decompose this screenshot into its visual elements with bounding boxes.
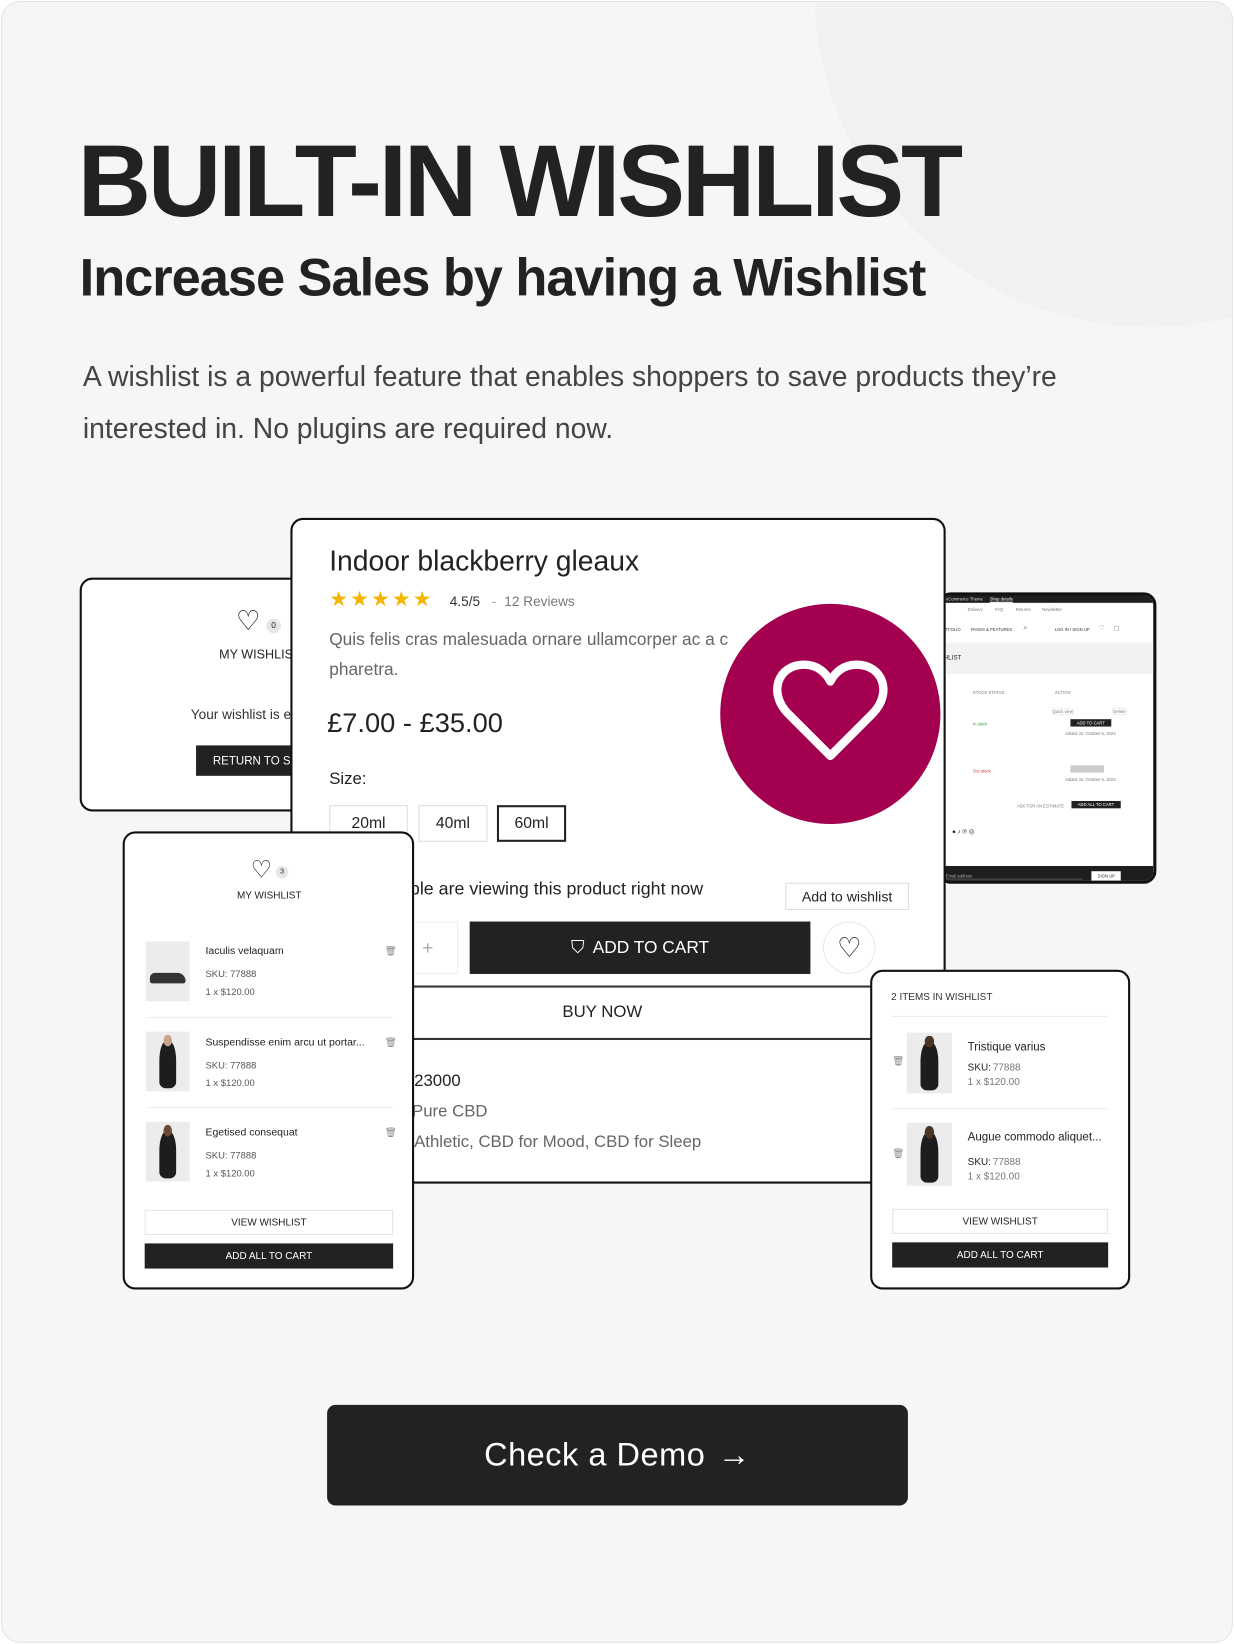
page-subtitle: Increase Sales by having a Wishlist [79, 248, 927, 308]
trash-icon[interactable]: 🗑 [385, 1037, 397, 1049]
size-option-40ml[interactable]: 40ml [418, 805, 488, 842]
product-description: Quis felis cras malesuada ornare ullamco… [329, 630, 729, 680]
nav-pages[interactable]: PAGES & FEATURES [971, 627, 1012, 632]
heart-icon[interactable]: ♡ [236, 607, 260, 634]
empty-wishlist-card: ♡ 0 MY WISHLIS Your wishlist is e RETURN… [79, 577, 311, 812]
product-tags: Athletic, CBD for Mood, CBD for Sleep [414, 1133, 702, 1152]
wishlist-heart-badge [720, 603, 941, 825]
rating-value: 4.5/5 [449, 593, 481, 610]
trash-icon[interactable]: 🗑 [892, 1056, 904, 1068]
login-link[interactable]: LOG IN / SIGN UP [1055, 627, 1090, 632]
product-title: Indoor blackberry gleaux [329, 545, 640, 577]
add-to-wishlist-tooltip: Add to wishlist [785, 882, 909, 911]
add-all-button[interactable]: ADD ALL TO CART [1071, 800, 1121, 809]
item-name[interactable]: Tristique varius [968, 1041, 1046, 1054]
arrow-right-icon: → [717, 1436, 751, 1474]
newsletter-link[interactable]: Newsletter [1042, 607, 1062, 612]
star-rating: ★★★★★ [329, 588, 434, 612]
product-thumbnail[interactable] [145, 1121, 190, 1182]
wishlist-heading: MY WISHLIST [236, 890, 302, 902]
wishlist-heart-button[interactable]: ♡ [822, 921, 876, 974]
view-wishlist-button[interactable]: VIEW WISHLIST [144, 1209, 394, 1236]
item-name[interactable]: Iaculis velaquam [205, 946, 283, 958]
search-icon[interactable]: ⌕ [1023, 625, 1027, 633]
item-name[interactable]: Augue commodo aliquet... [968, 1131, 1102, 1144]
delete-button[interactable]: Delete [1112, 707, 1127, 716]
shop-details-link[interactable]: Shop details [990, 597, 1013, 602]
wishlist-count-badge: 3 [275, 865, 289, 879]
reviews-link[interactable]: 12 Reviews [504, 593, 574, 609]
returns-link[interactable]: Returns [1016, 607, 1031, 612]
add-to-cart-button[interactable]: ⛉ ADD TO CART [469, 921, 811, 974]
delivery-link[interactable]: Delivery [968, 607, 983, 612]
wishlist-heading: 2 ITEMS IN WISHLIST [891, 991, 993, 1004]
quick-view-button[interactable]: Quick view [1051, 707, 1074, 716]
page-title: BUILT-IN WISHLIST [77, 123, 964, 238]
add-all-to-cart-button[interactable]: ADD ALL TO CART [144, 1243, 394, 1269]
page-description: A wishlist is a powerful feature that en… [82, 360, 1057, 445]
desktop-wishlist-preview: ooCommerce Theme Shop details Delivery F… [938, 592, 1157, 884]
item-name[interactable]: Egetised consequat [205, 1127, 297, 1139]
size-label: Size: [329, 770, 367, 789]
product-thumbnail[interactable] [906, 1122, 952, 1186]
ask-estimate-button[interactable]: ASK FOR AN ESTIMATE [1017, 803, 1064, 808]
item-name[interactable]: Suspendisse enim arcu ut portar... [205, 1037, 364, 1049]
trash-icon[interactable]: 🗑 [385, 1127, 397, 1139]
heart-icon[interactable]: ♡ [251, 857, 273, 882]
product-thumbnail[interactable] [145, 941, 190, 1002]
product-thumbnail[interactable] [145, 1031, 190, 1092]
product-price: £7.00 - £35.00 [327, 706, 503, 739]
product-thumbnail[interactable] [906, 1032, 952, 1094]
cart-icon[interactable]: ▢ [1113, 625, 1119, 632]
heart-icon: ♡ [836, 932, 862, 964]
empty-message: Your wishlist is e [190, 706, 292, 723]
social-icons[interactable]: ● ♪ ℗ ◎ [952, 828, 974, 835]
add-to-cart-button[interactable]: ADD TO CART [1070, 719, 1112, 727]
product-category: Pure CBD [412, 1102, 488, 1121]
view-wishlist-button[interactable]: VIEW WISHLIST [892, 1208, 1109, 1234]
check-demo-button[interactable]: Check a Demo → [327, 1404, 908, 1506]
size-option-60ml[interactable]: 60ml [496, 805, 567, 842]
email-input[interactable]: Email address [945, 873, 1082, 880]
viewing-notice: ple are viewing this product right now [409, 878, 704, 899]
product-sku: 23000 [414, 1072, 461, 1091]
trash-icon[interactable]: 🗑 [385, 946, 397, 958]
page: BUILT-IN WISHLIST Increase Sales by havi… [1, 1, 1233, 1643]
wishlist-count-badge: 0 [266, 618, 281, 634]
heart-icon [773, 660, 888, 761]
trash-icon[interactable]: 🗑 [892, 1148, 904, 1160]
wishlist-heading: MY WISHLIS [219, 646, 293, 662]
wishlist-dropdown-right: 2 ITEMS IN WISHLIST 🗑 Tristique varius S… [870, 969, 1131, 1290]
signup-button[interactable]: SIGN UP [1091, 871, 1122, 881]
add-all-to-cart-button[interactable]: ADD ALL TO CART [892, 1242, 1109, 1268]
shopping-bag-icon: ⛉ [571, 937, 585, 958]
faq-link[interactable]: FAQ [995, 607, 1003, 612]
wishlist-dropdown-left: ♡ 3 MY WISHLIST Iaculis velaquam SKU: 77… [122, 831, 415, 1290]
heart-icon[interactable]: ♡ [1099, 625, 1105, 632]
